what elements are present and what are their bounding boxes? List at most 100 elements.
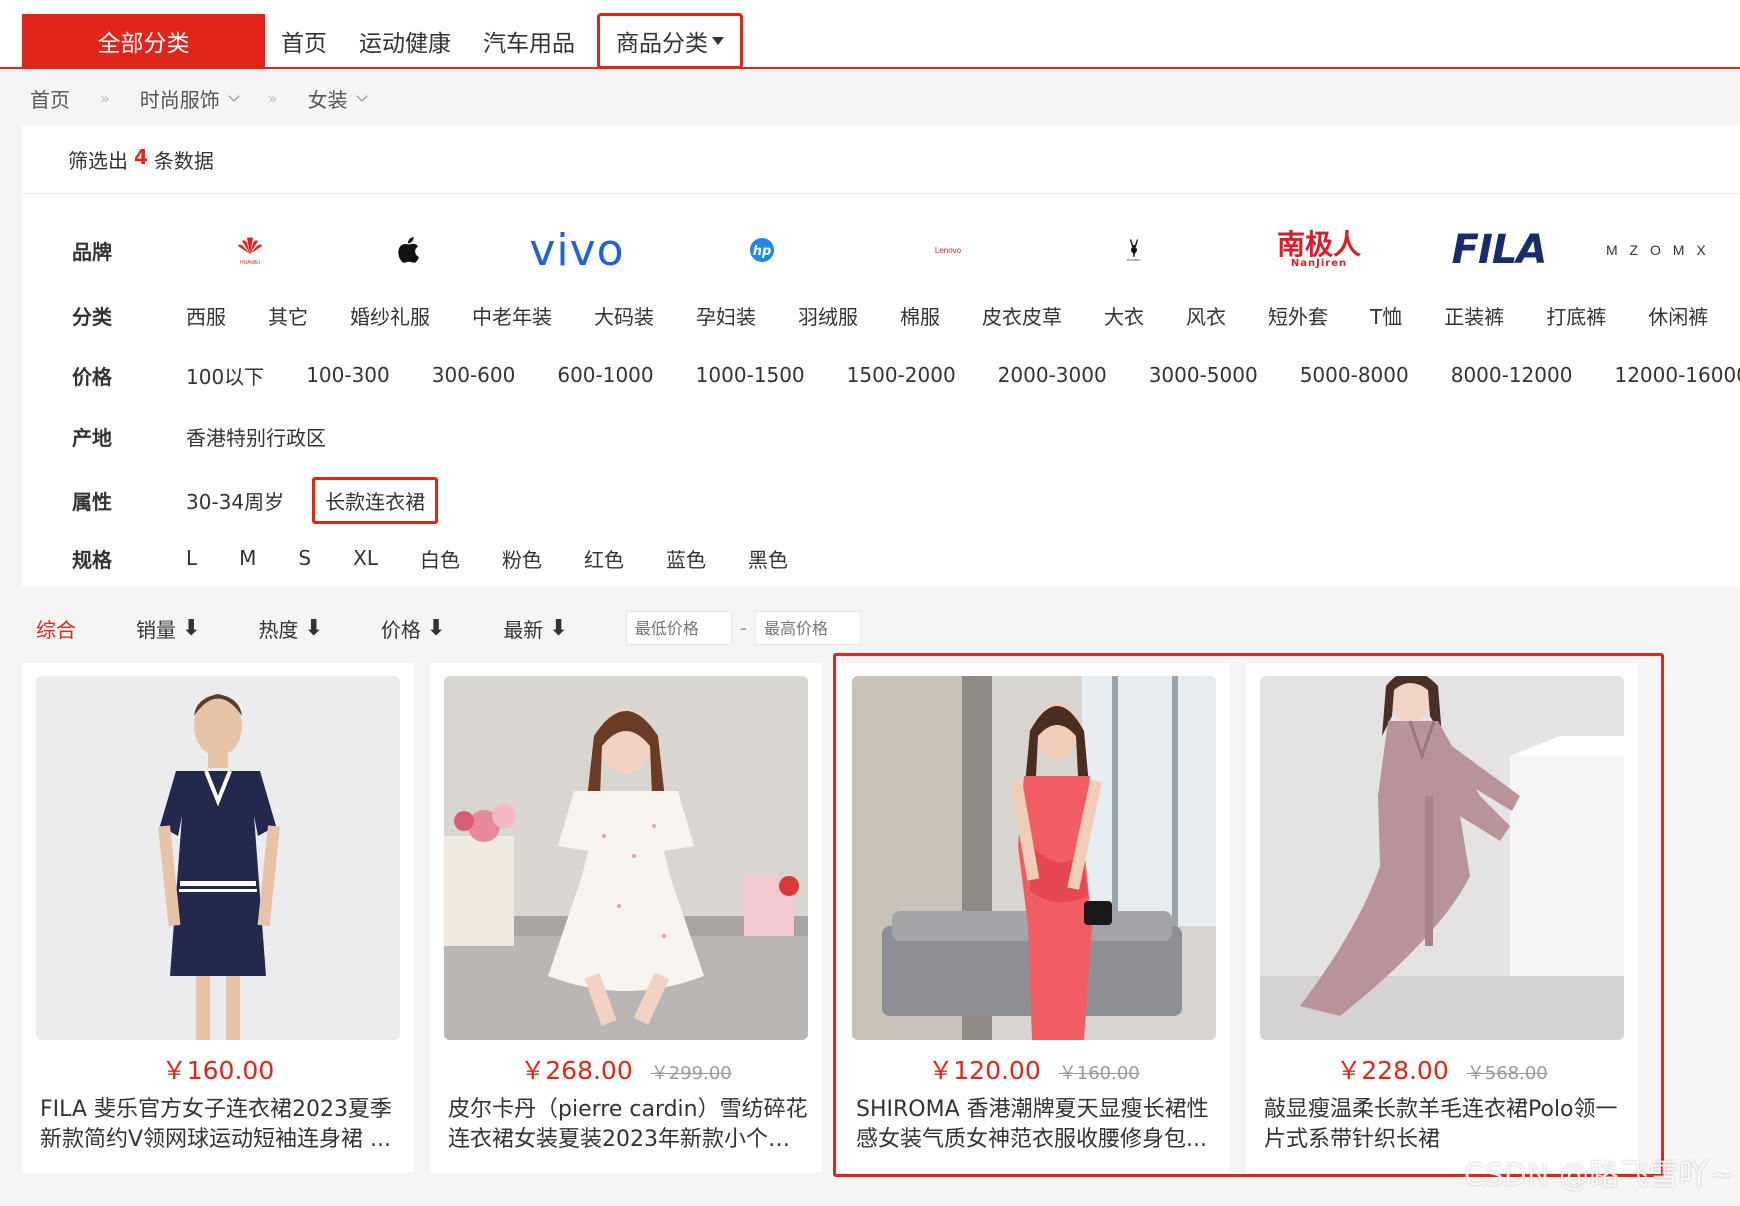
price-option[interactable]: 100-300 xyxy=(306,363,390,387)
product-card[interactable]: ￥228.00 ￥568.00 敲显瘦温柔长款羊毛连衣裙Polo领一片式系带针织… xyxy=(1246,663,1638,1173)
price-option[interactable]: 1500-2000 xyxy=(847,363,956,387)
category-option[interactable]: 孕妇装 xyxy=(696,301,756,330)
product-prices: ￥268.00 ￥299.00 xyxy=(430,1051,822,1087)
sort-popularity[interactable]: 热度 ⬇ xyxy=(258,614,322,643)
category-option[interactable]: 短外套 xyxy=(1268,301,1328,330)
spec-row: 规格 L M S XL 白色 粉色 红色 蓝色 黑色 xyxy=(22,538,1740,578)
category-option[interactable]: 大码装 xyxy=(594,301,654,330)
brand-hp[interactable]: hp xyxy=(742,225,782,275)
product-card[interactable]: ￥160.00 FILA 斐乐官方女子连衣裙2023夏季新款简约V领网球运动短袖… xyxy=(22,663,414,1173)
sort-price-label: 价格 xyxy=(380,617,421,642)
price-option[interactable]: 100以下 xyxy=(186,361,264,390)
brand-lenovo[interactable]: Lenovo xyxy=(918,225,978,275)
brand-vivo[interactable]: vivo xyxy=(512,225,642,276)
price-option[interactable]: 2000-3000 xyxy=(998,363,1107,387)
sort-bar: 综合 销量 ⬇ 热度 ⬇ 价格 ⬇ 最新 ⬇ - xyxy=(22,610,861,646)
attribute-option[interactable]: 30-34周岁 xyxy=(186,486,284,515)
nav-auto-supplies[interactable]: 汽车用品 xyxy=(467,24,591,58)
all-categories-button[interactable]: 全部分类 xyxy=(22,14,265,68)
product-price: ￥120.00 xyxy=(928,1056,1041,1085)
origin-option[interactable]: 香港特别行政区 xyxy=(186,422,326,451)
price-option[interactable]: 12000-16000 xyxy=(1614,363,1740,387)
spec-option[interactable]: L xyxy=(186,546,197,570)
nav-category-menu[interactable]: 商品分类 xyxy=(597,13,743,69)
product-image[interactable] xyxy=(852,676,1216,1040)
sort-sales[interactable]: 销量 ⬇ xyxy=(136,614,200,643)
chevron-down-icon xyxy=(228,90,240,102)
playboy-bunny-icon: PLAYBOY xyxy=(1127,239,1141,262)
filter-panel: 筛选出 4 条数据 品牌 HUAWEI vivo hp Lenovo PLAYB… xyxy=(22,125,1740,587)
product-prices: ￥160.00 xyxy=(22,1051,414,1087)
spec-option[interactable]: M xyxy=(239,546,256,570)
breadcrumb-womens[interactable]: 女装 xyxy=(307,84,368,113)
spec-option[interactable]: 黑色 xyxy=(748,544,788,573)
spec-option[interactable]: S xyxy=(298,546,311,570)
brand-huawei[interactable]: HUAWEI xyxy=(222,225,278,275)
sort-newest[interactable]: 最新 ⬇ xyxy=(503,614,567,643)
brand-nanjiren[interactable]: 南极人 NanJiren xyxy=(1274,225,1364,275)
spec-option[interactable]: 白色 xyxy=(420,544,460,573)
sort-sales-label: 销量 xyxy=(136,617,176,642)
spec-option[interactable]: 蓝色 xyxy=(666,544,706,573)
brand-fila[interactable]: FILA xyxy=(1444,225,1554,275)
arrow-down-icon: ⬇ xyxy=(182,615,201,641)
max-price-input[interactable] xyxy=(754,611,861,645)
price-option[interactable]: 600-1000 xyxy=(557,363,653,387)
product-title[interactable]: SHIROMA 香港潮牌夏天显瘦长裙性感女装气质女神范衣服收腰修身包... xyxy=(856,1095,1216,1155)
sort-price[interactable]: 价格 ⬇ xyxy=(381,614,445,643)
spec-option[interactable]: XL xyxy=(353,546,378,570)
category-option[interactable]: 西服 xyxy=(186,301,226,330)
price-option[interactable]: 8000-12000 xyxy=(1451,363,1573,387)
breadcrumb-fashion-label: 时尚服饰 xyxy=(139,87,220,112)
category-row: 分类 西服 其它 婚纱礼服 中老年装 大码装 孕妇装 羽绒服 棉服 皮衣皮草 大… xyxy=(22,295,1740,335)
brand-mzomx[interactable]: M Z O M X xyxy=(1606,225,1736,275)
category-option[interactable]: 其它 xyxy=(268,301,308,330)
product-price: ￥268.00 xyxy=(520,1056,633,1085)
breadcrumb-home[interactable]: 首页 xyxy=(30,84,70,113)
nav-home[interactable]: 首页 xyxy=(265,24,343,58)
category-option[interactable]: 棉服 xyxy=(900,301,940,330)
category-option[interactable]: 大衣 xyxy=(1104,301,1144,330)
product-image[interactable] xyxy=(36,676,400,1040)
category-option[interactable]: 休闲裤 xyxy=(1648,301,1708,330)
breadcrumb-fashion[interactable]: 时尚服饰 xyxy=(139,84,240,113)
sort-popularity-label: 热度 xyxy=(258,617,299,642)
nav-items: 首页 运动健康 汽车用品 商品分类 xyxy=(265,13,743,69)
category-option[interactable]: 中老年装 xyxy=(472,301,552,330)
watermark: CSDN @路飞雪吖~ xyxy=(1463,1158,1734,1193)
min-price-input[interactable] xyxy=(625,611,732,645)
spec-option[interactable]: 红色 xyxy=(584,544,624,573)
product-title[interactable]: FILA 斐乐官方女子连衣裙2023夏季新款简约V领网球运动短袖连身裙 ... xyxy=(40,1095,400,1155)
category-option[interactable]: 羽绒服 xyxy=(798,301,858,330)
category-option[interactable]: 风衣 xyxy=(1186,301,1226,330)
nav-sports-health[interactable]: 运动健康 xyxy=(343,24,467,58)
product-card[interactable]: ￥120.00 ￥160.00 SHIROMA 香港潮牌夏天显瘦长裙性感女装气质… xyxy=(838,663,1230,1173)
category-option[interactable]: 皮衣皮草 xyxy=(982,301,1062,330)
price-option[interactable]: 3000-5000 xyxy=(1149,363,1258,387)
product-title[interactable]: 皮尔卡丹（pierre cardin）雪纺碎花连衣裙女装夏装2023年新款小个子… xyxy=(448,1095,808,1155)
category-option[interactable]: 婚纱礼服 xyxy=(350,301,430,330)
price-option[interactable]: 300-600 xyxy=(432,363,516,387)
breadcrumb-womens-label: 女装 xyxy=(307,87,348,112)
attribute-label: 属性 xyxy=(72,489,112,514)
category-option[interactable]: 打底裤 xyxy=(1546,301,1606,330)
top-nav: 全部分类 首页 运动健康 汽车用品 商品分类 xyxy=(0,0,1740,69)
price-option[interactable]: 1000-1500 xyxy=(696,363,805,387)
product-image[interactable] xyxy=(1260,676,1624,1040)
category-option[interactable]: 正装裤 xyxy=(1444,301,1504,330)
product-image[interactable] xyxy=(444,676,808,1040)
product-title[interactable]: 敲显瘦温柔长款羊毛连衣裙Polo领一片式系带针织长裙 xyxy=(1264,1095,1624,1155)
brand-apple[interactable] xyxy=(368,225,450,275)
spec-option[interactable]: 粉色 xyxy=(502,544,542,573)
price-option[interactable]: 5000-8000 xyxy=(1300,363,1409,387)
brand-playboy[interactable]: PLAYBOY xyxy=(1114,225,1154,275)
arrow-down-icon: ⬇ xyxy=(304,615,323,641)
hp-logo-icon: hp xyxy=(750,238,774,262)
product-prices: ￥120.00 ￥160.00 xyxy=(838,1051,1230,1087)
nav-category-menu-label: 商品分类 xyxy=(616,31,708,57)
category-list: 西服 其它 婚纱礼服 中老年装 大码装 孕妇装 羽绒服 棉服 皮衣皮草 大衣 风… xyxy=(186,301,1740,330)
sort-default[interactable]: 综合 xyxy=(36,614,76,643)
product-card[interactable]: ￥268.00 ￥299.00 皮尔卡丹（pierre cardin）雪纺碎花连… xyxy=(430,663,822,1173)
attribute-option-selected[interactable]: 长款连衣裙 xyxy=(312,476,439,524)
category-option[interactable]: T恤 xyxy=(1370,301,1402,330)
